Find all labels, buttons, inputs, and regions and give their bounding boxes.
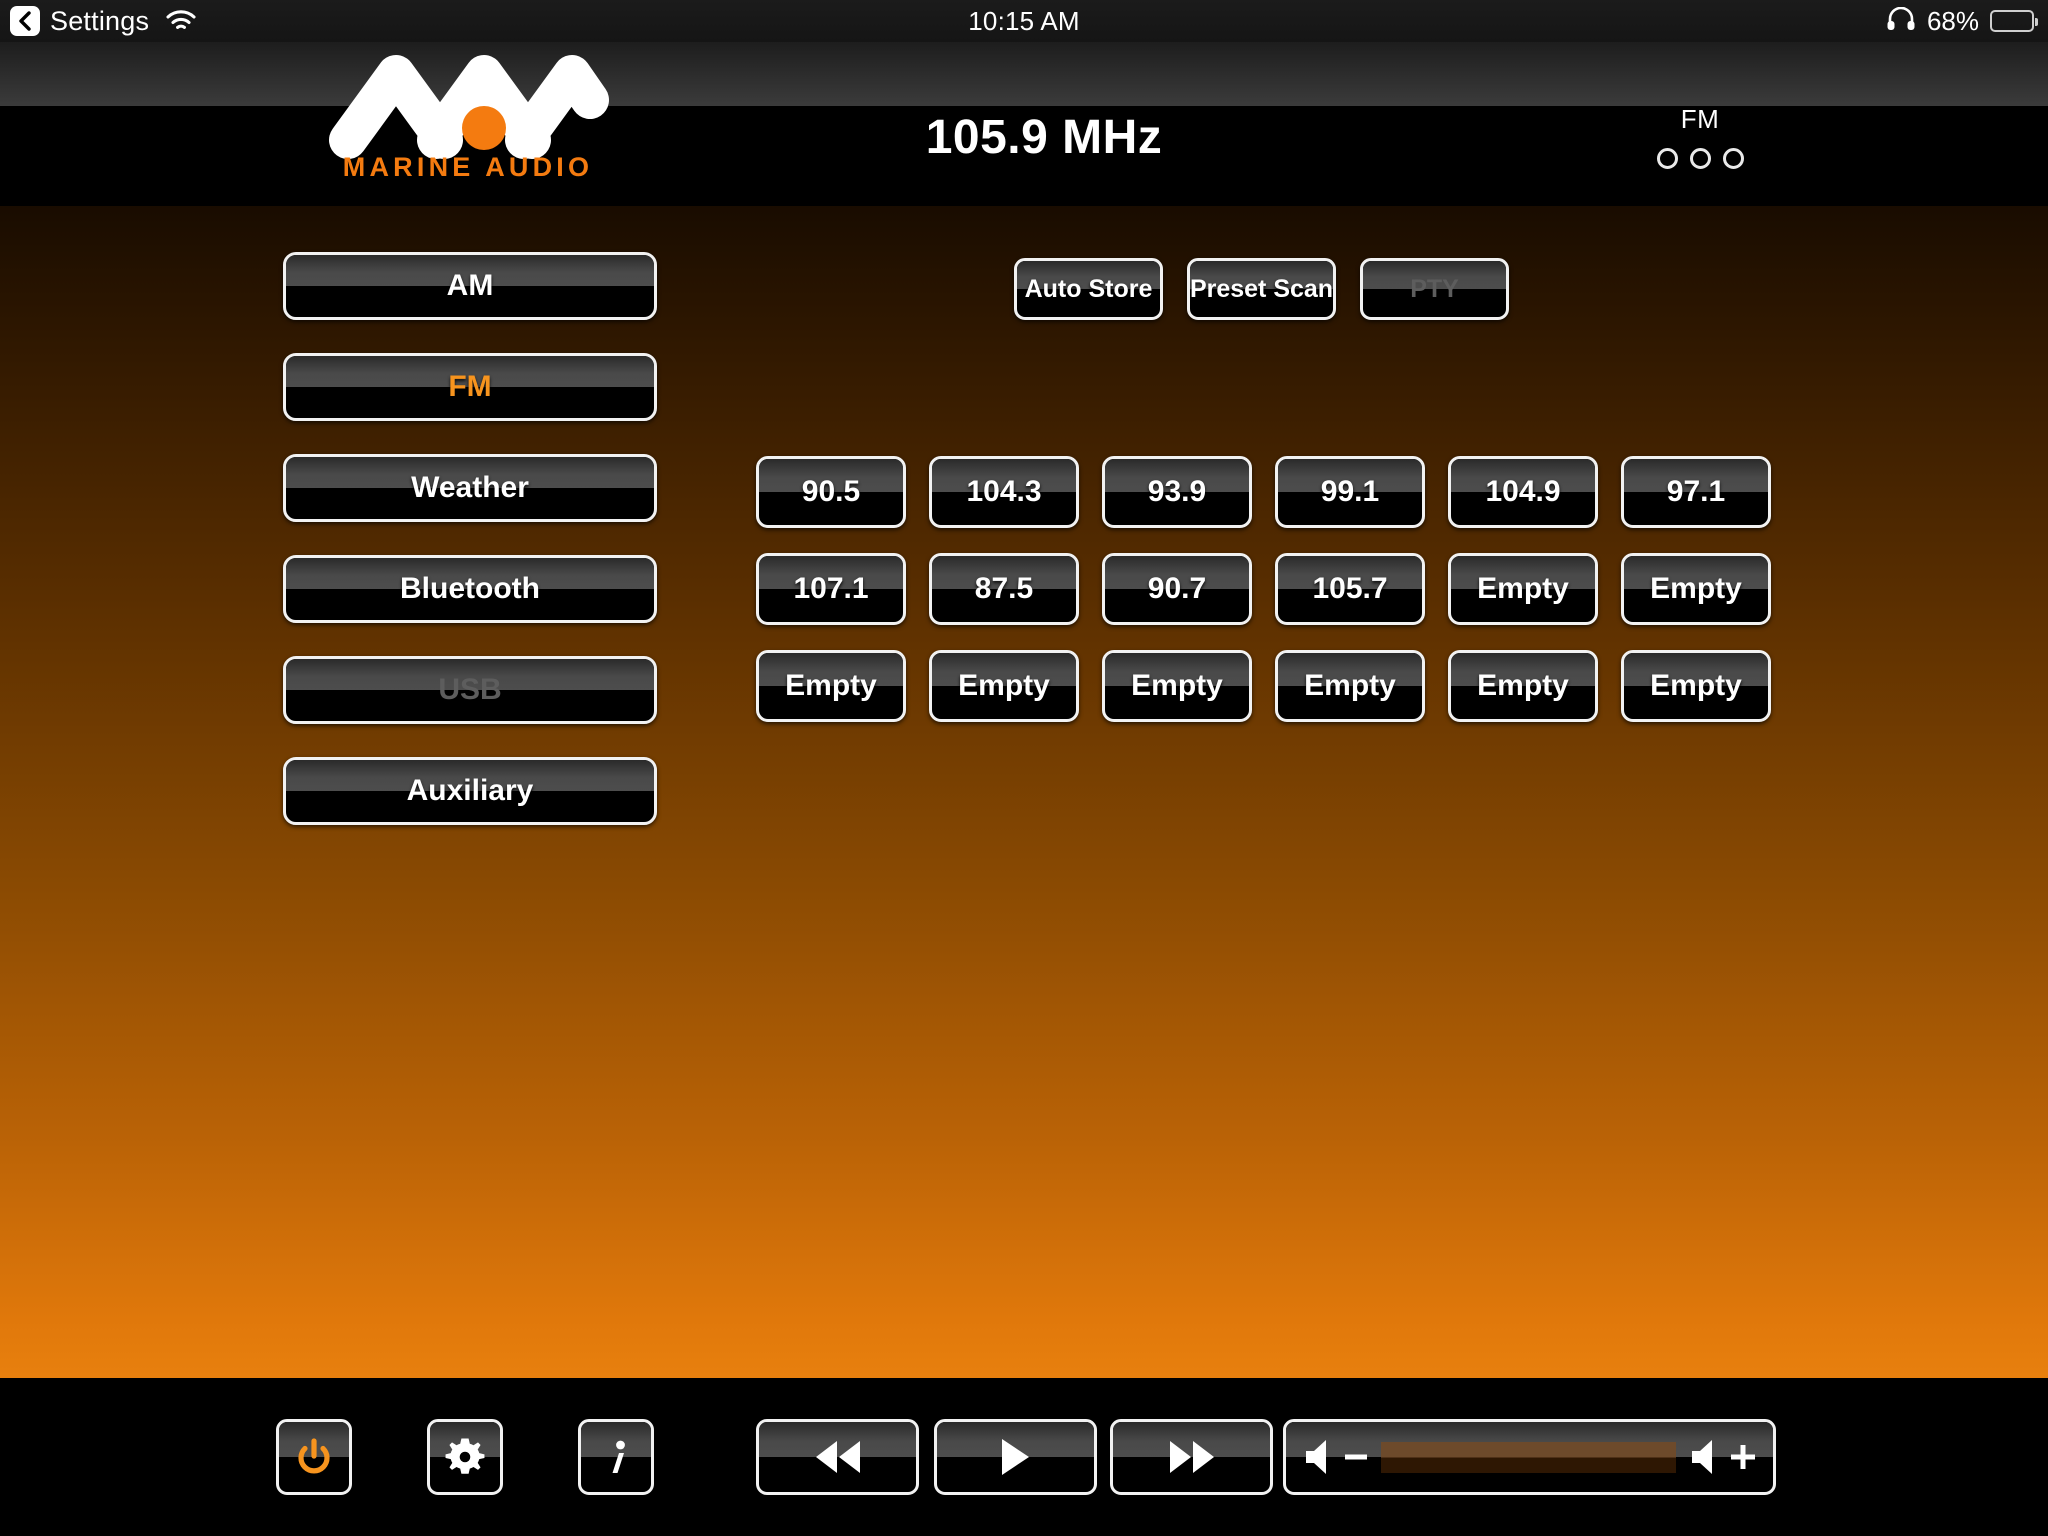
- preset-button-15[interactable]: Empty: [1102, 650, 1252, 722]
- info-button[interactable]: [578, 1419, 654, 1495]
- source-button-usb: USB: [283, 656, 657, 724]
- preset-button-9[interactable]: 90.7: [1102, 553, 1252, 625]
- preset-button-2[interactable]: 104.3: [929, 456, 1079, 528]
- preset-button-13[interactable]: Empty: [756, 650, 906, 722]
- source-button-auxiliary-label: Auxiliary: [406, 774, 534, 807]
- preset-button-13-label: Empty: [785, 669, 877, 702]
- preset-button-14-label: Empty: [958, 669, 1050, 702]
- play-icon: [1002, 1439, 1029, 1475]
- action-button-pty: PTY: [1360, 258, 1509, 320]
- action-button-pty-label: PTY: [1410, 274, 1459, 303]
- preset-button-7[interactable]: 107.1: [756, 553, 906, 625]
- app-header: MARINE AUDIO 105.9 MHz FM: [0, 42, 2048, 206]
- source-button-weather-label: Weather: [411, 471, 529, 504]
- band-dot-3[interactable]: [1722, 148, 1744, 169]
- preset-button-17[interactable]: Empty: [1448, 650, 1598, 722]
- band-label: FM: [1680, 104, 1720, 134]
- rewind-icon: [815, 1441, 860, 1473]
- preset-button-11-label: Empty: [1477, 572, 1569, 605]
- action-button-preset-scan-label: Preset Scan: [1189, 274, 1334, 303]
- headphones-icon: [1886, 6, 1916, 36]
- preset-button-16-label: Empty: [1304, 669, 1396, 702]
- source-button-usb-label: USB: [438, 673, 502, 706]
- power-icon: [294, 1437, 334, 1477]
- action-button-auto-store-label: Auto Store: [1024, 274, 1153, 303]
- next-button[interactable]: [1110, 1419, 1273, 1495]
- preset-button-8[interactable]: 87.5: [929, 553, 1079, 625]
- source-button-auxiliary[interactable]: Auxiliary: [283, 757, 657, 825]
- info-icon: [599, 1436, 633, 1478]
- action-button-auto-store[interactable]: Auto Store: [1014, 258, 1163, 320]
- preset-button-2-label: 104.3: [966, 475, 1042, 508]
- volume-track[interactable]: [1381, 1441, 1676, 1473]
- preset-button-4[interactable]: 99.1: [1275, 456, 1425, 528]
- header-gradient-band: [0, 42, 2048, 106]
- battery-icon: [1990, 10, 2038, 32]
- volume-down-icon[interactable]: [1304, 1437, 1367, 1477]
- power-button[interactable]: [276, 1419, 352, 1495]
- preset-button-1[interactable]: 90.5: [756, 456, 906, 528]
- forward-triangle-1: [1169, 1441, 1191, 1473]
- preset-button-7-label: 107.1: [793, 572, 869, 605]
- volume-up-icon[interactable]: [1690, 1437, 1755, 1477]
- preset-button-12[interactable]: Empty: [1621, 553, 1771, 625]
- source-button-am[interactable]: AM: [283, 252, 657, 320]
- preset-button-17-label: Empty: [1477, 669, 1569, 702]
- preset-button-10[interactable]: 105.7: [1275, 553, 1425, 625]
- source-button-fm[interactable]: FM: [283, 353, 657, 421]
- band-dot-group: [1620, 148, 1780, 169]
- play-button[interactable]: [934, 1419, 1097, 1495]
- forward-triangle-2: [1192, 1441, 1214, 1473]
- fast-forward-icon: [1169, 1441, 1214, 1473]
- band-dot-1[interactable]: [1656, 148, 1678, 169]
- preset-button-12-label: Empty: [1650, 572, 1742, 605]
- settings-button[interactable]: [427, 1419, 503, 1495]
- preset-button-18-label: Empty: [1650, 669, 1742, 702]
- preset-button-5-label: 104.9: [1485, 475, 1561, 508]
- source-button-bluetooth[interactable]: Bluetooth: [283, 555, 657, 623]
- ios-status-bar: Settings 10:15 AM 68%: [0, 0, 2048, 42]
- preset-button-18[interactable]: Empty: [1621, 650, 1771, 722]
- preset-button-15-label: Empty: [1131, 669, 1223, 702]
- source-selector-list: AM FM Weather Bluetooth USB Auxiliary: [283, 252, 657, 858]
- battery-percent-label: 68%: [1926, 5, 1979, 36]
- preset-button-3[interactable]: 93.9: [1102, 456, 1252, 528]
- preset-button-14[interactable]: Empty: [929, 650, 1079, 722]
- preset-button-6-label: 97.1: [1666, 475, 1726, 508]
- volume-slider[interactable]: [1283, 1419, 1776, 1495]
- preset-button-3-label: 93.9: [1147, 475, 1207, 508]
- play-triangle: [1002, 1439, 1029, 1475]
- toolbar-row: [0, 1378, 2048, 1536]
- preset-button-16[interactable]: Empty: [1275, 650, 1425, 722]
- preset-button-10-label: 105.7: [1312, 572, 1388, 605]
- main-content: AM FM Weather Bluetooth USB Auxiliary Auto St…: [0, 206, 2048, 1378]
- preset-button-6[interactable]: 97.1: [1621, 456, 1771, 528]
- preset-button-1-label: 90.5: [801, 475, 861, 508]
- rewind-triangle-2: [838, 1441, 860, 1473]
- source-button-fm-label: FM: [448, 370, 492, 403]
- band-dot-2[interactable]: [1689, 148, 1711, 169]
- action-button-preset-scan[interactable]: Preset Scan: [1187, 258, 1336, 320]
- preset-button-5[interactable]: 104.9: [1448, 456, 1598, 528]
- bottom-toolbar: [0, 1378, 2048, 1536]
- source-button-weather[interactable]: Weather: [283, 454, 657, 522]
- source-button-am-label: AM: [446, 269, 494, 302]
- preset-button-4-label: 99.1: [1320, 475, 1380, 508]
- rewind-triangle-1: [815, 1441, 837, 1473]
- previous-button[interactable]: [756, 1419, 919, 1495]
- gear-icon: [444, 1436, 486, 1478]
- preset-button-9-label: 90.7: [1147, 572, 1207, 605]
- preset-button-11[interactable]: Empty: [1448, 553, 1598, 625]
- radio-action-row: Auto Store Preset Scan PTY: [1014, 258, 1509, 320]
- source-button-bluetooth-label: Bluetooth: [400, 572, 540, 605]
- status-bar-clock: 10:15 AM: [968, 5, 1080, 36]
- status-bar-right: 68%: [1886, 0, 2038, 42]
- preset-button-8-label: 87.5: [974, 572, 1034, 605]
- preset-grid: 90.5 104.3 93.9 99.1 104.9 97.1 107.1 87.5 90.7 1…: [756, 456, 1771, 722]
- marine-audio-app: Settings 10:15 AM 68% MARINE AUDIO 105.9…: [0, 0, 2048, 1536]
- band-indicator: FM: [1620, 104, 1780, 169]
